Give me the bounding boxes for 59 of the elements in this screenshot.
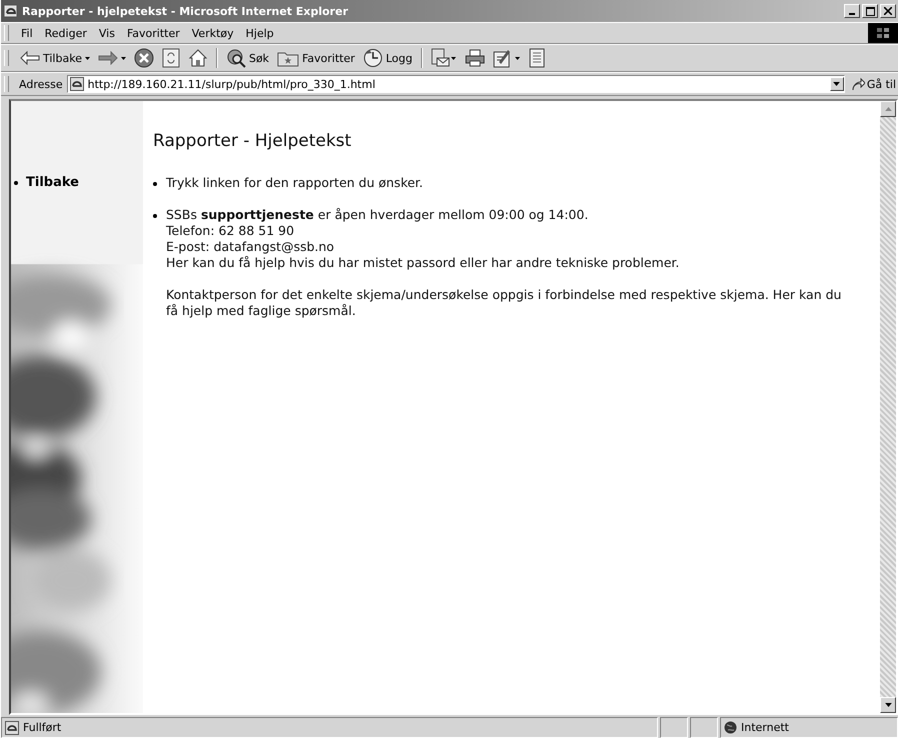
close-icon	[884, 7, 892, 15]
browser-icon	[3, 3, 19, 19]
back-link[interactable]: Tilbake	[26, 175, 79, 190]
address-bar[interactable]: http://189.160.21.11/slurp/pub/html/pro_330_1.html	[66, 75, 845, 93]
bullet-icon	[153, 182, 157, 186]
window-title: Rapporter - hjelpetekst - Microsoft Internet Explorer	[22, 4, 349, 18]
menu-item[interactable]: Hjelp	[240, 24, 280, 42]
page-icon	[70, 77, 84, 91]
go-arrow-icon	[850, 77, 865, 91]
document-icon	[528, 48, 544, 68]
search-globe-icon	[226, 48, 246, 68]
status-pane	[660, 717, 688, 738]
caret-icon	[120, 56, 126, 60]
help-text: Trykk linken for den rapporten du ønsker.	[166, 175, 424, 191]
minimize-button[interactable]	[844, 4, 860, 18]
page-heading: Rapporter - Hjelpetekst	[153, 131, 352, 151]
stop-icon	[134, 48, 154, 68]
scrollbar[interactable]	[880, 101, 896, 713]
help-paragraph: Kontaktperson for det enkelte skjema/undersøkelse oppgis i forbindelse med respektive skjema. Her kan du få hjelp med faglige spørsmål.	[166, 287, 842, 319]
address-label: Adresse	[19, 78, 63, 90]
forward-arrow-icon	[98, 51, 118, 65]
zone-indicator: Internett	[720, 717, 898, 738]
help-text: Telefon: 62 88 51 90	[166, 223, 296, 239]
caret-icon	[833, 82, 840, 86]
scroll-down-icon	[884, 703, 892, 707]
menu-item[interactable]: Rediger	[38, 24, 93, 42]
scroll-up-icon	[884, 107, 892, 111]
maximize-button[interactable]	[862, 4, 878, 18]
toolbar-button[interactable]: Tilbake	[17, 50, 93, 66]
bullet-icon	[153, 214, 157, 218]
go-button[interactable]: Gå til	[848, 77, 898, 91]
help-text: SSBs supporttjeneste er åpen hverdager mellom 09:00 og 14:00.	[166, 207, 590, 223]
home-icon	[188, 48, 208, 68]
menu-item[interactable]: Favoritter	[120, 24, 186, 42]
maximize-icon	[866, 6, 874, 16]
printer-icon	[464, 48, 484, 68]
menu-item[interactable]: Verktøy	[186, 24, 240, 42]
caret-icon	[84, 56, 90, 60]
globe-icon	[724, 721, 737, 734]
toolbar-button[interactable]: Favoritter	[274, 48, 358, 68]
status-text: Fullført	[1, 717, 658, 738]
menu-item[interactable]: Fil	[15, 24, 39, 42]
clock-icon	[362, 48, 383, 68]
toolbar-button[interactable]: Søk	[222, 47, 272, 69]
windows-logo-icon	[868, 23, 898, 43]
mail-icon	[430, 48, 456, 68]
help-text: Her kan du få hjelp hvis du har mistet passord eller har andre tekniske problemer.	[166, 255, 680, 271]
menu-item[interactable]: Vis	[92, 24, 121, 42]
address-field[interactable]: http://189.160.21.11/slurp/pub/html/pro_330_1.html	[88, 78, 826, 90]
toolbar-button[interactable]: Logg	[360, 47, 416, 69]
dropdown-button[interactable]	[830, 77, 844, 91]
edit-icon	[492, 48, 520, 68]
help-text: E-post: datafangst@ssb.no	[166, 239, 336, 255]
bullet-icon	[14, 180, 18, 184]
back-arrow-icon	[20, 51, 40, 65]
status-pane	[690, 717, 718, 738]
close-button[interactable]	[880, 4, 896, 18]
refresh-icon	[162, 48, 180, 68]
page-icon	[5, 720, 19, 734]
